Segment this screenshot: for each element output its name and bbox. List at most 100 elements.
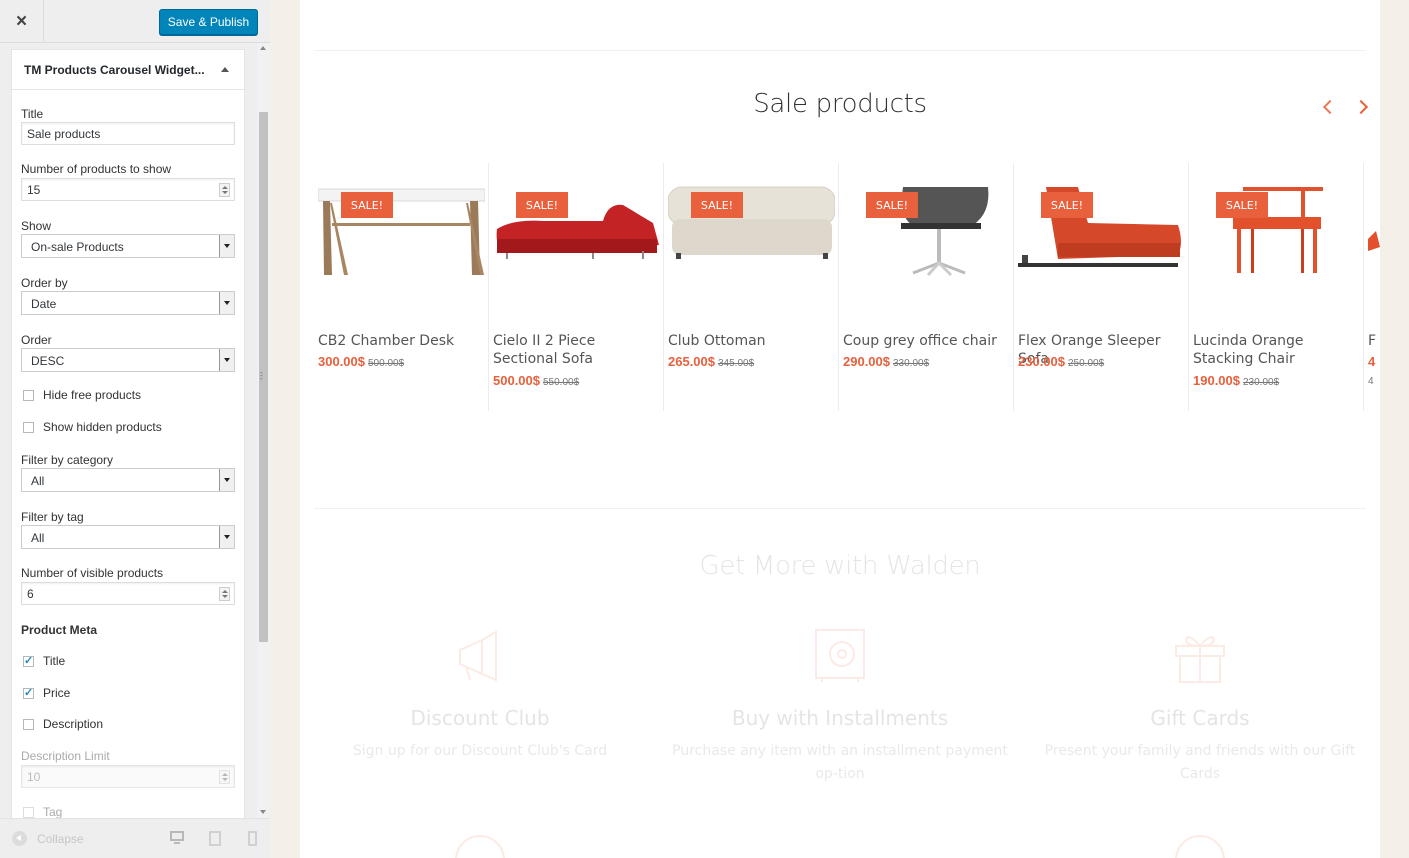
show-hidden-checkbox-row[interactable]: Show hidden products [23,420,162,434]
product-name[interactable]: Club Ottoman [668,332,834,350]
widget-form: TM Products Carousel Widget... Title Sal… [11,49,245,818]
old-price: 230.00$ [1243,377,1280,388]
hide-free-checkbox[interactable] [23,389,34,401]
widget-title-bar[interactable]: TM Products Carousel Widget... [12,50,244,90]
meta-title-checkbox[interactable] [23,654,34,667]
meta-tag-label: Tag [43,805,63,818]
meta-title-checkbox-row[interactable]: Title [23,654,65,668]
meta-price-label: Price [43,686,71,700]
product-image[interactable] [1368,183,1380,283]
filter-tag-label: Filter by tag [21,510,84,524]
caret-up-icon[interactable] [221,67,229,72]
close-icon[interactable]: × [0,0,44,43]
meta-description-checkbox-row[interactable]: Description [23,717,103,731]
product-price: 230.00$ 250.00$ [1018,354,1105,369]
show-hidden-checkbox[interactable] [23,421,34,433]
divider [314,50,1366,51]
feature-title: Buy with Installments [731,706,949,730]
feature-desc: Sign up for our Discount Club's Card [352,743,608,759]
meta-tag-checkbox-row[interactable]: Tag [23,805,62,818]
dropdown-arrow-icon[interactable] [219,349,234,371]
num-products-input[interactable]: 15 [21,178,235,201]
save-publish-button[interactable]: Save & Publish [159,9,258,35]
product-card[interactable]: SALE! Lucinda Orange Stacking Chair 190.… [1189,163,1364,411]
scroll-up-icon[interactable] [260,46,266,50]
product-name[interactable]: Coup grey office chair [843,332,1009,350]
widget-panel: TM Products Carousel Widget... Title Sal… [0,43,270,818]
product-card[interactable]: F 4 4 [1364,163,1380,411]
desktop-preview-icon[interactable] [170,831,184,845]
description-limit-value: 10 [27,770,41,784]
hide-free-checkbox-row[interactable]: Hide free products [23,388,141,402]
product-card[interactable]: SALE! Cielo II 2 Piece Sectional Sofa 50… [489,163,664,411]
sale-badge: SALE! [866,192,918,218]
filter-tag-value: All [31,531,45,545]
customizer-footer: Collapse [0,818,270,858]
product-name[interactable]: Lucinda Orange Stacking Chair [1193,332,1359,368]
order-label: Order [21,333,52,347]
mobile-preview-icon[interactable] [248,831,262,846]
meta-price-checkbox-row[interactable]: Price [23,686,70,700]
product-price: 265.00$ 345.00$ [668,354,755,369]
scroll-down-icon[interactable] [260,810,266,814]
order-select[interactable]: DESC [21,348,235,372]
dropdown-arrow-icon[interactable] [219,235,234,257]
title-input[interactable]: Sale products [21,122,235,145]
old-price: 500.00$ [368,358,405,369]
filter-category-label: Filter by category [21,453,114,467]
product-card[interactable]: SALE! Coup grey office chair 290.00$ 330.… [839,163,1014,411]
feature-desc: Purchase any item with an installment pa… [672,743,1008,782]
product-price: 500.00$ 550.00$ [493,373,580,388]
product-price: 190.00$ 230.00$ [1193,373,1280,388]
visible-products-input[interactable]: 6 [21,582,235,605]
carousel-prev-icon[interactable] [1318,98,1336,116]
feature-title: Discount Club [410,706,550,730]
dropdown-arrow-icon[interactable] [219,292,234,314]
collapse-arrow-icon [12,831,27,846]
orderby-label: Order by [21,276,68,290]
meta-title-label: Title [43,654,66,668]
orderby-select-value: Date [31,297,57,311]
dropdown-arrow-icon[interactable] [219,526,234,548]
tablet-preview-icon[interactable] [209,831,223,846]
meta-price-checkbox[interactable] [23,686,34,699]
sale-badge: SALE! [691,192,743,218]
product-card[interactable]: SALE! Club Ottoman 265.00$ 345.00$ [664,163,839,411]
meta-tag-checkbox[interactable] [23,806,34,818]
old-price: 345.00$ [718,358,755,369]
old-price: 330.00$ [893,358,930,369]
stepper-icon[interactable] [219,587,230,601]
product-name[interactable]: CB2 Chamber Desk [318,332,484,350]
title-label: Title [21,107,44,121]
dropdown-arrow-icon[interactable] [219,469,234,491]
safe-icon [815,629,865,682]
visible-products-label: Number of visible products [21,566,164,580]
carousel-next-icon[interactable] [1353,98,1371,116]
megaphone-icon [459,630,497,682]
product-card[interactable]: SALE! Flex Orange Sleeper Sofa 230.00$ 25… [1014,163,1189,411]
show-select[interactable]: On-sale Products [21,234,235,258]
stepper-icon[interactable] [219,183,230,197]
decorative-icon [1175,835,1225,858]
old-price: 4 [1368,376,1374,387]
sidebar-scrollbar[interactable]: --- [257,43,270,818]
collapse-button[interactable]: Collapse [12,831,84,846]
num-products-value: 15 [27,183,41,197]
gift-icon [1175,636,1225,683]
meta-description-checkbox[interactable] [23,718,34,730]
product-name[interactable]: F [1368,332,1380,350]
filter-category-select[interactable]: All [21,468,235,492]
description-limit-label: Description Limit [21,749,110,763]
description-limit-input: 10 [21,765,235,788]
product-card[interactable]: SALE! CB2 Chamber Desk 300.00$ 500.00$ [314,163,489,411]
hide-free-label: Hide free products [43,388,142,402]
sale-badge: SALE! [1041,192,1093,218]
orderby-select[interactable]: Date [21,291,235,315]
sale-badge: SALE! [516,192,568,218]
stepper-icon [219,770,230,784]
filter-tag-select[interactable]: All [21,525,235,549]
show-select-value: On-sale Products [31,240,124,254]
product-name[interactable]: Cielo II 2 Piece Sectional Sofa [493,332,659,368]
customizer-sidebar: × Save & Publish TM Products Carousel Wi… [0,0,270,858]
divider [314,508,1366,509]
